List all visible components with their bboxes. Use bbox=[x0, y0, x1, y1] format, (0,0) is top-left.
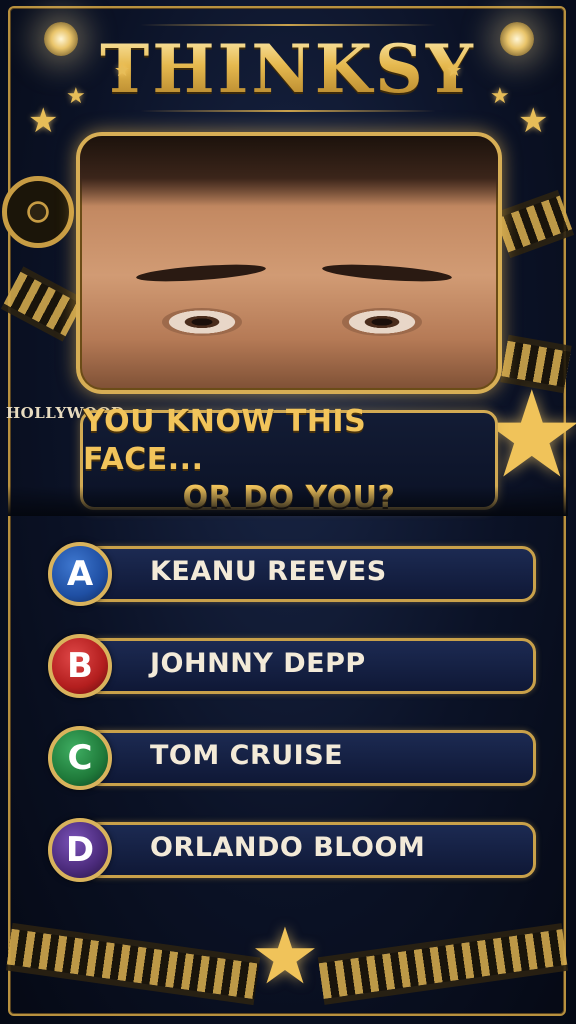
star-icon: ★ bbox=[114, 60, 131, 81]
answer-letter-badge: D bbox=[48, 818, 112, 882]
star-icon: ★ bbox=[66, 84, 86, 109]
star-icon: ★ bbox=[518, 101, 549, 141]
star-icon: ★ bbox=[446, 60, 463, 81]
answer-option-b[interactable]: B JOHNNY DEPP bbox=[48, 634, 538, 698]
film-reel-icon bbox=[2, 176, 74, 248]
star-icon: ★ bbox=[490, 84, 510, 109]
answer-option-a[interactable]: A KEANU REEVES bbox=[48, 542, 538, 606]
answer-label: ORLANDO BLOOM bbox=[150, 832, 426, 863]
city-skyline bbox=[8, 486, 568, 516]
answer-label: TOM CRUISE bbox=[150, 740, 344, 771]
answer-letter-badge: C bbox=[48, 726, 112, 790]
photo-hair bbox=[80, 136, 498, 206]
answer-option-c[interactable]: C TOM CRUISE bbox=[48, 726, 538, 790]
answer-label: JOHNNY DEPP bbox=[150, 648, 366, 679]
star-icon: ★ bbox=[28, 101, 59, 141]
answer-label: KEANU REEVES bbox=[150, 556, 387, 587]
bottom-star-icon: ★ bbox=[250, 912, 320, 1002]
photo-right-eye bbox=[342, 308, 422, 336]
title-divider-bottom bbox=[140, 110, 436, 112]
answer-letter-badge: B bbox=[48, 634, 112, 698]
photo-right-brow bbox=[321, 261, 453, 285]
face-photo bbox=[76, 132, 502, 394]
answer-option-d[interactable]: D ORLANDO BLOOM bbox=[48, 818, 538, 882]
title-divider-top bbox=[140, 24, 436, 26]
photo-left-eye bbox=[162, 308, 242, 336]
photo-left-brow bbox=[135, 261, 267, 285]
answer-letter-badge: A bbox=[48, 542, 112, 606]
question-line-1: YOU KNOW THIS FACE... bbox=[83, 404, 367, 477]
